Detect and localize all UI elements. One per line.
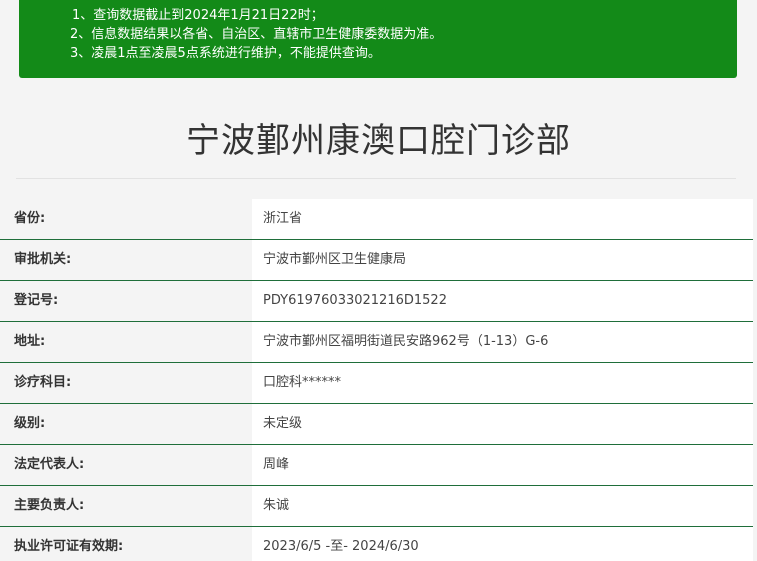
page: 1、查询数据截止到2024年1月21日22时； 2、信息数据结果以各省、自治区、… — [0, 0, 757, 561]
notice-banner: 1、查询数据截止到2024年1月21日22时； 2、信息数据结果以各省、自治区、… — [19, 0, 737, 78]
info-value: 朱诚 — [252, 486, 753, 526]
info-value: 周峰 — [252, 445, 753, 485]
info-value: 未定级 — [252, 404, 753, 444]
info-label: 诊疗科目: — [0, 363, 252, 403]
info-row-departments: 诊疗科目: 口腔科****** — [0, 363, 753, 404]
title-divider — [16, 178, 736, 179]
notice-line: 3、凌晨1点至凌晨5点系统进行维护，不能提供查询。 — [70, 46, 381, 61]
info-label: 省份: — [0, 199, 252, 239]
info-label: 登记号: — [0, 281, 252, 321]
info-label: 主要负责人: — [0, 486, 252, 526]
info-label: 执业许可证有效期: — [0, 527, 252, 561]
info-label: 级别: — [0, 404, 252, 444]
info-row-approval-authority: 审批机关: 宁波市鄞州区卫生健康局 — [0, 240, 753, 281]
info-row-address: 地址: 宁波市鄞州区福明街道民安路962号（1-13）G-6 — [0, 322, 753, 363]
info-value: 浙江省 — [252, 199, 753, 239]
info-label: 地址: — [0, 322, 252, 362]
info-value: 口腔科****** — [252, 363, 753, 403]
info-value: PDY61976033021216D1522 — [252, 281, 753, 321]
info-row-registration-number: 登记号: PDY61976033021216D1522 — [0, 281, 753, 322]
info-row-principal: 主要负责人: 朱诚 — [0, 486, 753, 527]
notice-line: 1、查询数据截止到2024年1月21日22时； — [72, 8, 324, 23]
info-label: 审批机关: — [0, 240, 252, 280]
info-row-license-validity: 执业许可证有效期: 2023/6/5 -至- 2024/6/30 — [0, 527, 753, 561]
clinic-info-table: 省份: 浙江省 审批机关: 宁波市鄞州区卫生健康局 登记号: PDY619760… — [0, 199, 753, 561]
info-label: 法定代表人: — [0, 445, 252, 485]
info-row-province: 省份: 浙江省 — [0, 199, 753, 240]
notice-line: 2、信息数据结果以各省、自治区、直辖市卫生健康委数据为准。 — [70, 27, 443, 42]
info-row-level: 级别: 未定级 — [0, 404, 753, 445]
info-value: 宁波市鄞州区福明街道民安路962号（1-13）G-6 — [252, 322, 753, 362]
info-value: 2023/6/5 -至- 2024/6/30 — [252, 527, 753, 561]
info-row-legal-representative: 法定代表人: 周峰 — [0, 445, 753, 486]
page-title: 宁波鄞州康澳口腔门诊部 — [186, 121, 571, 161]
info-value: 宁波市鄞州区卫生健康局 — [252, 240, 753, 280]
